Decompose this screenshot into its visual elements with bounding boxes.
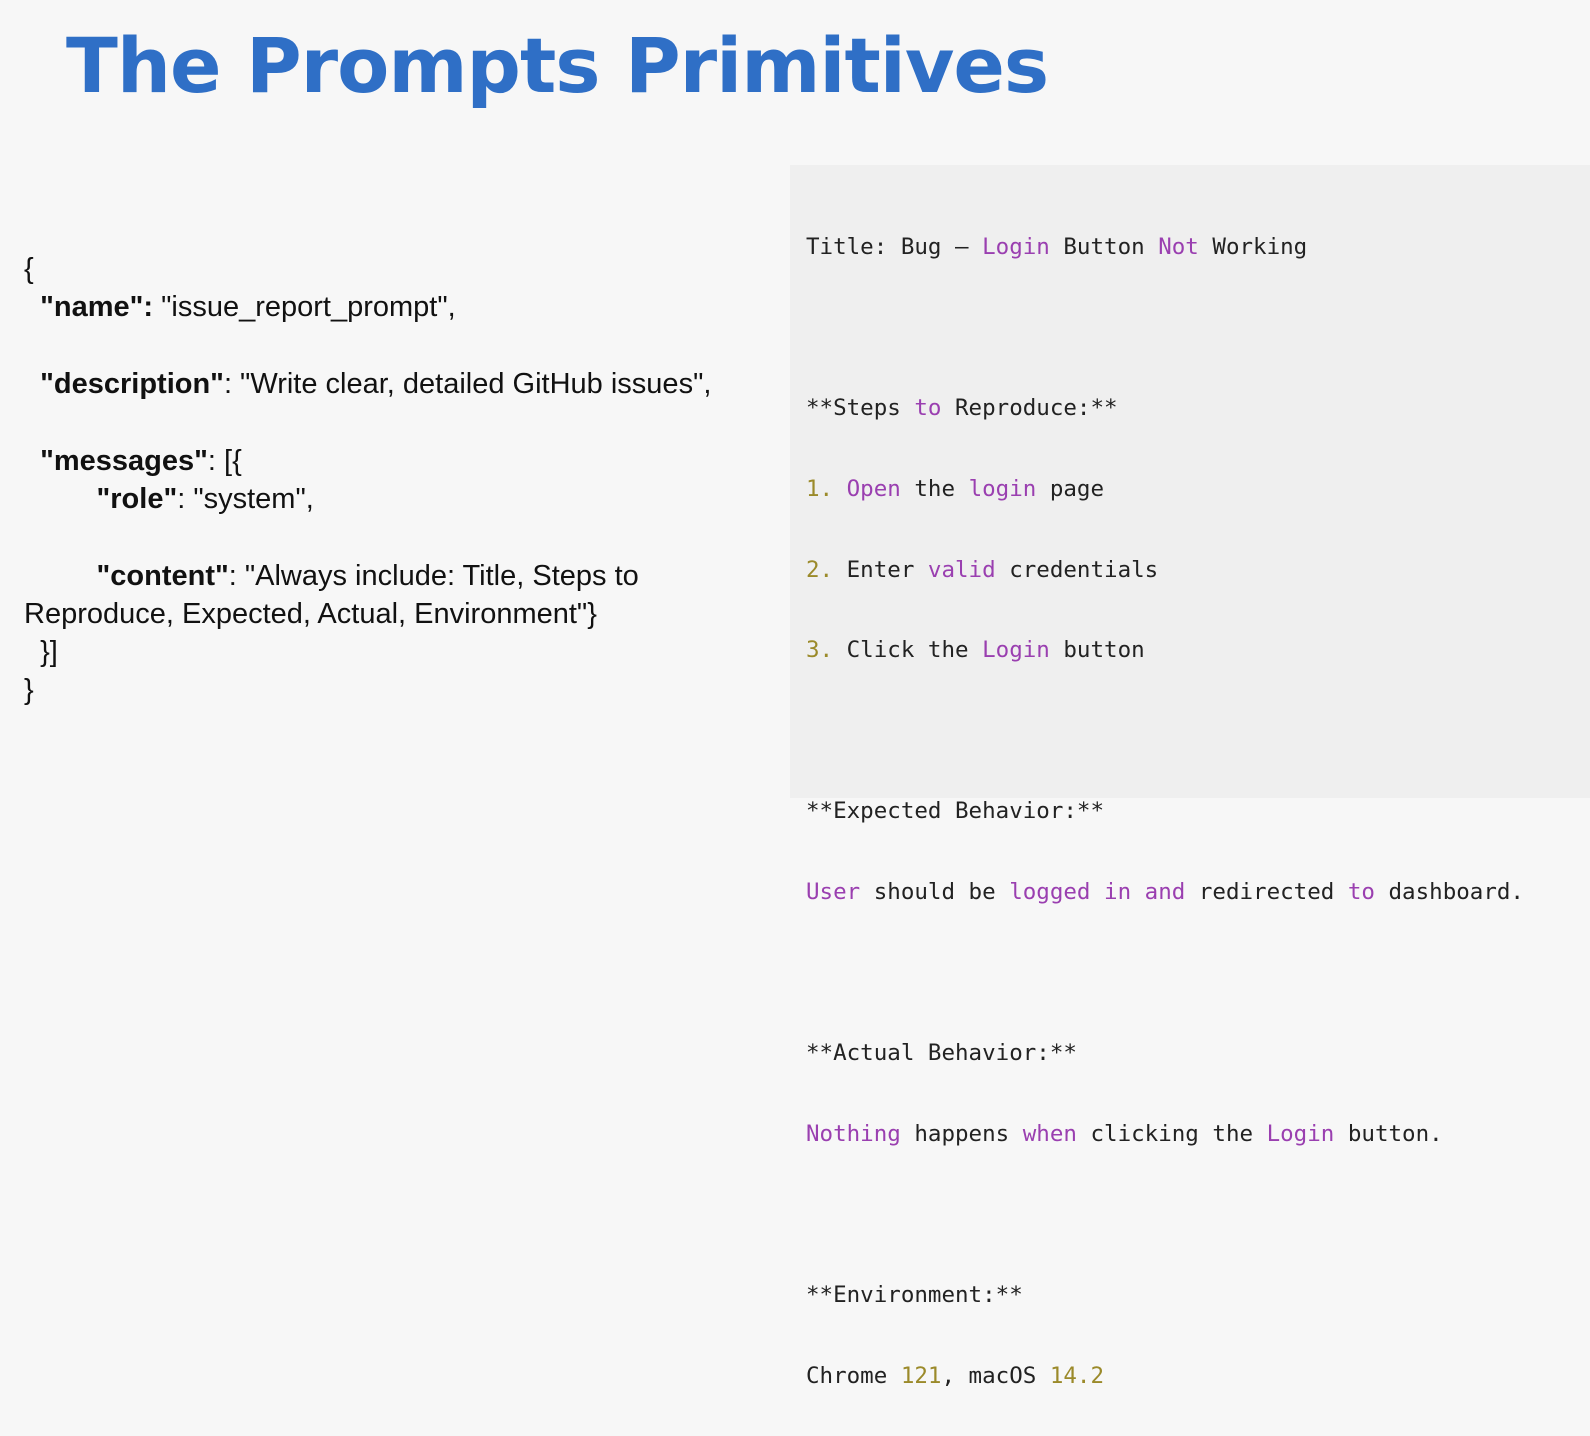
code-token: 121: [900, 1362, 942, 1389]
step-1-line: 1. Open the login page: [806, 469, 1590, 509]
code-token: when: [1022, 1120, 1077, 1147]
json-close-brace: }: [24, 674, 34, 706]
json-description-value: : "Write clear, detailed GitHub issues",: [223, 368, 712, 400]
code-token: Login: [982, 637, 1050, 664]
json-messages-line: "messages": [{: [24, 442, 794, 480]
step-2-line: 2. Enter valid credentials: [806, 550, 1590, 590]
step-number: 2.: [806, 556, 834, 583]
code-token: Reproduce:**: [941, 395, 1118, 422]
json-name-key: "name":: [40, 291, 154, 323]
json-role-line: "role": "system",: [24, 480, 794, 518]
code-token: happens: [900, 1120, 1023, 1147]
code-token: and: [1144, 879, 1186, 906]
code-token: User: [806, 879, 861, 906]
json-role-key: "role": [96, 483, 178, 515]
step-3-line: 3. Click the Login button: [806, 630, 1590, 670]
code-token: button: [1049, 637, 1145, 664]
code-token: Login: [982, 234, 1050, 261]
code-token: Working: [1198, 234, 1308, 261]
code-token: logged: [1009, 879, 1091, 906]
code-token: Chrome: [806, 1362, 901, 1389]
json-close-array-text: }]: [40, 636, 58, 668]
code-token: **Expected Behavior:**: [806, 798, 1105, 825]
code-token: **Steps: [806, 395, 915, 422]
code-token: 14.2: [1049, 1362, 1105, 1389]
step-number: 1.: [806, 476, 834, 503]
json-content-line: "content": "Always include: Title, Steps…: [24, 557, 794, 595]
json-spacer: [24, 326, 794, 365]
code-token: valid: [927, 556, 996, 583]
code-token: Open: [846, 476, 901, 503]
environment-line: Chrome 121, macOS 14.2: [806, 1356, 1590, 1396]
code-token: Title: Bug —: [806, 234, 983, 261]
json-open-brace: {: [24, 253, 34, 285]
code-token: , macOS: [941, 1362, 1050, 1389]
environment-heading: **Environment:**: [806, 1275, 1590, 1315]
code-token: in: [1104, 879, 1132, 906]
code-token: **Actual Behavior:**: [806, 1040, 1077, 1067]
json-messages-value: : [{: [207, 445, 242, 477]
code-token: redirected: [1185, 879, 1348, 906]
json-content-value: : "Always include: Title, Steps to: [228, 560, 639, 592]
code-token: to: [1347, 879, 1375, 906]
code-token: dashboard.: [1374, 879, 1524, 906]
json-spacer: [24, 403, 794, 442]
json-description-key: "description": [40, 368, 224, 400]
json-spacer: [24, 518, 794, 557]
json-description-line: "description": "Write clear, detailed Gi…: [24, 365, 794, 403]
code-token: clicking the: [1076, 1120, 1267, 1147]
json-messages-key: "messages": [40, 445, 208, 477]
actual-heading: **Actual Behavior:**: [806, 1033, 1590, 1073]
code-token: page: [1036, 476, 1105, 503]
issue-title-line: Title: Bug — Login Button Not Working: [806, 227, 1590, 267]
code-token: Button: [1049, 234, 1159, 261]
code-token: credentials: [995, 556, 1159, 583]
code-token: Nothing: [806, 1120, 901, 1147]
issue-example-panel: Title: Bug — Login Button Not Working **…: [790, 165, 1590, 1389]
json-content-continuation: Reproduce, Expected, Actual, Environment…: [24, 598, 597, 630]
code-token: button.: [1334, 1120, 1443, 1147]
code-token: to: [914, 395, 942, 422]
expected-line: User should be logged in and redirected …: [806, 872, 1590, 912]
json-role-value: : "system",: [177, 483, 314, 515]
code-token: the: [900, 476, 969, 503]
code-token: Not: [1158, 234, 1199, 261]
code-token: **Environment:**: [806, 1282, 1023, 1309]
code-token: Login: [1266, 1120, 1335, 1147]
json-name-value: "issue_report_prompt",: [153, 291, 456, 323]
expected-heading: **Expected Behavior:**: [806, 791, 1590, 831]
code-token: Enter: [833, 556, 928, 583]
json-content-key: "content": [96, 560, 229, 592]
slide-title: The Prompts Primitives: [66, 21, 1049, 110]
code-token: Click the: [833, 637, 983, 664]
actual-line: Nothing happens when clicking the Login …: [806, 1114, 1590, 1154]
code-token: login: [968, 476, 1037, 503]
step-number: 3.: [806, 637, 834, 664]
steps-heading: **Steps to Reproduce:**: [806, 388, 1590, 428]
json-name-line: "name": "issue_report_prompt",: [24, 288, 794, 326]
json-code-block: { "name": "issue_report_prompt", "descri…: [24, 250, 794, 709]
code-token: should be: [860, 879, 1010, 906]
json-close-array: }]: [24, 633, 794, 671]
